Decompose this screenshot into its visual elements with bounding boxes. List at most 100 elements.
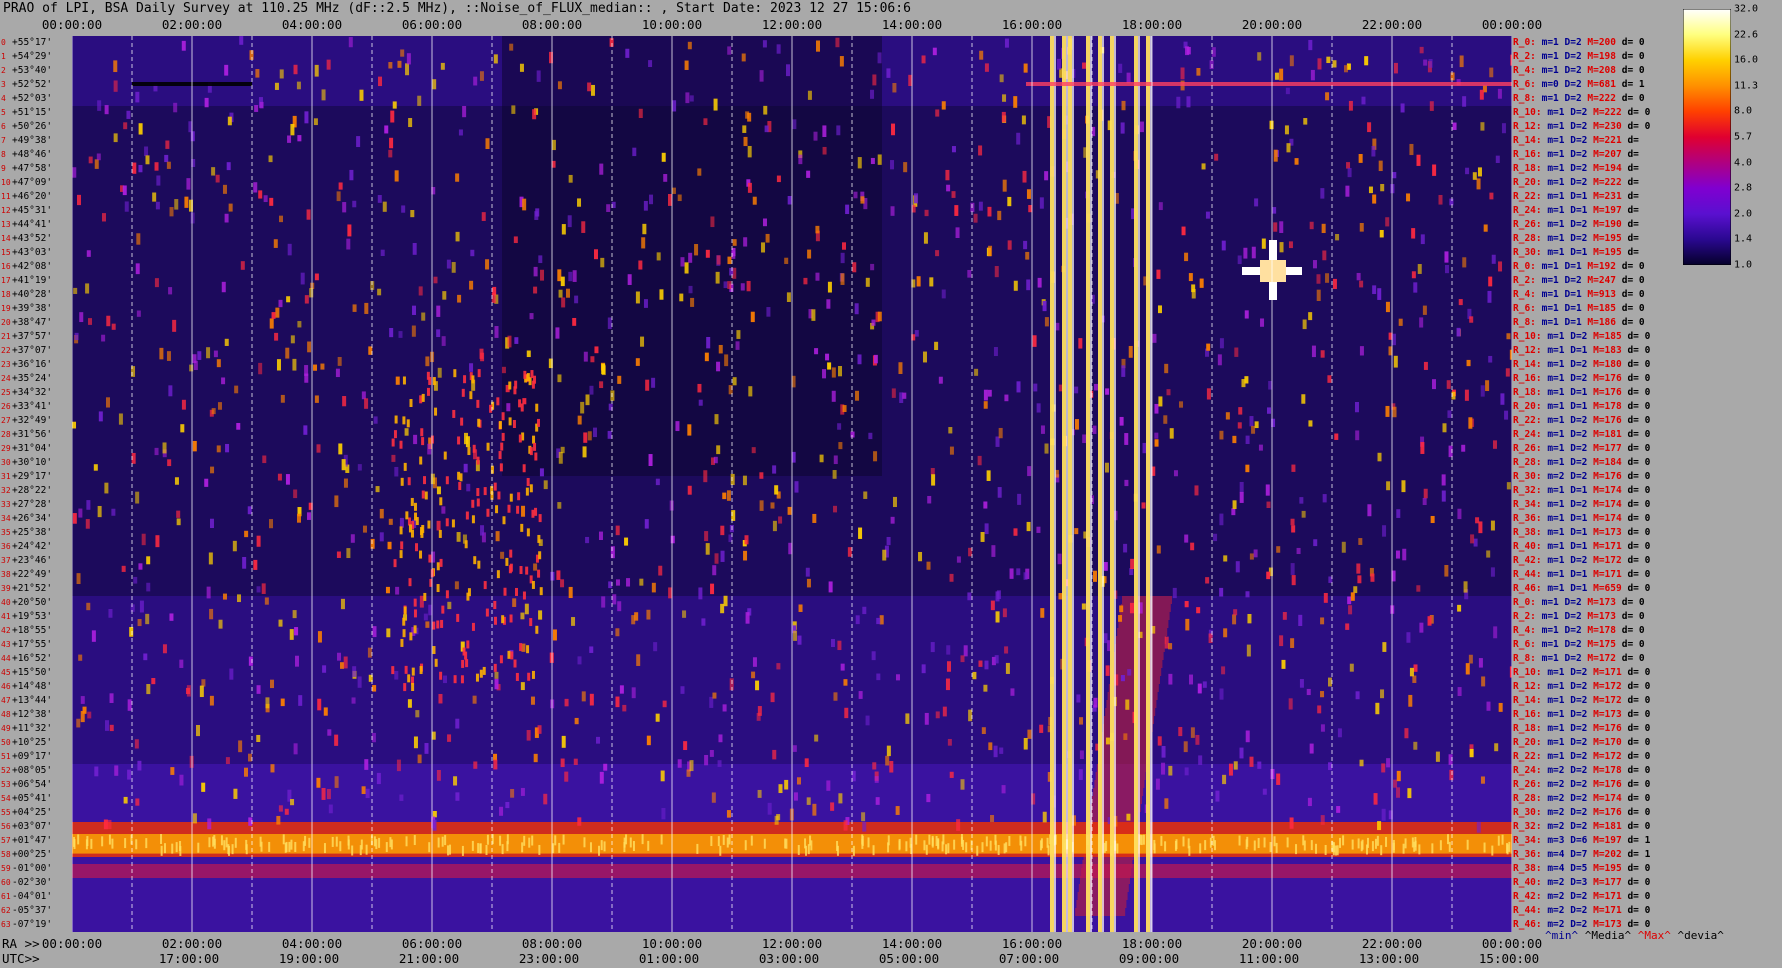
heatmap-cell — [519, 63, 524, 72]
heatmap-cell — [399, 440, 403, 449]
declination-label: +19°53' — [12, 611, 53, 622]
heatmap-cell — [154, 447, 159, 456]
beam-max: M=195 — [1593, 247, 1628, 258]
dec-row: 38 +22°49' — [0, 568, 72, 582]
chart-title: PRAO of LPI, BSA Daily Survey at 110.25 … — [3, 1, 911, 16]
heatmap-cell — [840, 252, 845, 264]
heatmap-cell — [424, 743, 429, 754]
heatmap-cell — [743, 136, 748, 147]
heatmap-cell — [797, 635, 802, 645]
heatmap-cell — [895, 806, 900, 815]
heatmap-cell — [1381, 808, 1386, 821]
heatmap-cell — [680, 686, 685, 694]
heatmap-cell — [647, 840, 650, 851]
heatmap-cell — [234, 385, 239, 394]
beam-name: R_24: — [1513, 205, 1548, 216]
heatmap-cell — [316, 444, 321, 453]
heatmap-cell — [949, 446, 954, 455]
heatmap-cell — [124, 201, 129, 212]
heatmap-cell — [555, 327, 560, 339]
heatmap-cell — [533, 563, 538, 571]
heatmap-cell — [1232, 500, 1237, 509]
beam-min: m=2 — [1547, 779, 1571, 790]
beam-stats-row: R_28: m=2 D=2 M=174 d= 0 — [1513, 792, 1681, 806]
heatmap-cell — [220, 835, 223, 846]
heatmap-cell — [389, 837, 392, 848]
ra-tick-label: 00:00:00 — [41, 936, 103, 951]
heatmap-cell — [289, 629, 294, 640]
heatmap-cell — [440, 62, 445, 70]
heatmap-cell — [516, 505, 520, 514]
beam-median: D=1 — [1564, 317, 1588, 328]
heatmap-cell — [895, 674, 900, 681]
heatmap-cell — [1184, 534, 1189, 543]
heatmap-cell — [439, 497, 443, 506]
heatmap-cell — [1152, 333, 1157, 343]
beam-index: 31 — [1, 472, 11, 481]
heatmap-cell — [660, 834, 663, 845]
beam-median: D=1 — [1570, 345, 1594, 356]
heatmap-cell — [1009, 568, 1014, 579]
heatmap-cell — [426, 371, 430, 380]
beam-deviation: d= 1 — [1627, 849, 1651, 860]
heatmap-cell — [945, 678, 950, 691]
beam-stats-row: R_16: m=1 D=2 M=207 d= — [1513, 148, 1681, 162]
heatmap-cell — [455, 718, 460, 729]
heatmap-cell — [501, 844, 504, 855]
heatmap-cell — [995, 591, 1000, 602]
heatmap-cell — [796, 777, 801, 785]
beam-max: M=171 — [1593, 541, 1628, 552]
heatmap-cell — [819, 454, 824, 463]
heatmap-cell — [1476, 178, 1481, 190]
heatmap-cell — [554, 835, 557, 846]
heatmap-cell — [323, 707, 328, 716]
heatmap-cell — [712, 565, 717, 576]
heatmap-cell — [402, 376, 406, 385]
beam-stats-row: R_40: m=2 D=3 M=177 d= 0 — [1513, 876, 1681, 890]
beam-index: 23 — [1, 360, 11, 369]
heatmap-cell — [1168, 643, 1173, 650]
declination-label: +08°05' — [12, 765, 53, 776]
heatmap-cell — [1312, 260, 1317, 269]
heatmap-cell — [169, 207, 174, 217]
heatmap-cell — [886, 745, 891, 757]
heatmap-cell — [1339, 837, 1342, 848]
heatmap-cell — [215, 174, 220, 183]
heatmap-cell — [1119, 416, 1124, 426]
heatmap-cell — [1486, 701, 1491, 711]
heatmap-cell — [606, 204, 611, 212]
dec-row: 0 +55°17' — [0, 36, 72, 50]
beam-index: 4 — [1, 94, 6, 103]
declination-label: +28°22' — [12, 485, 53, 496]
heatmap-cell — [836, 125, 841, 136]
heatmap-cell — [1217, 354, 1222, 366]
heatmap-cell — [269, 519, 274, 529]
heatmap-cell — [304, 365, 309, 376]
heatmap-cell — [898, 362, 903, 374]
heatmap-cell — [593, 249, 598, 260]
beam-name: R_34: — [1513, 835, 1548, 846]
heatmap-cell — [423, 476, 427, 485]
heatmap-cell — [334, 734, 339, 746]
beam-deviation: d= 0 — [1627, 373, 1651, 384]
heatmap-cell — [1124, 479, 1129, 487]
heatmap-cell — [750, 311, 755, 323]
heatmap-cell — [560, 276, 565, 287]
heatmap-cell — [987, 389, 992, 397]
beam-deviation: d= 0 — [1627, 905, 1651, 916]
heatmap-cell — [388, 62, 393, 69]
declination-label: -05°37' — [12, 905, 53, 916]
heatmap-cell — [1501, 834, 1504, 845]
heatmap-cell — [1288, 698, 1293, 710]
colorbar-tick-label: 32.0 — [1734, 3, 1759, 15]
heatmap-cell — [265, 697, 270, 709]
beam-stats-row: R_24: m=2 D=2 M=178 d= 0 — [1513, 764, 1681, 778]
heatmap-cell — [891, 388, 896, 398]
heatmap-cell — [682, 610, 687, 618]
heatmap-cell — [1360, 841, 1363, 852]
heatmap-cell — [949, 771, 954, 778]
heatmap-cell — [1190, 727, 1195, 738]
heatmap-cell — [980, 532, 985, 542]
heatmap-cell — [530, 696, 535, 705]
heatmap-cell — [924, 712, 929, 725]
